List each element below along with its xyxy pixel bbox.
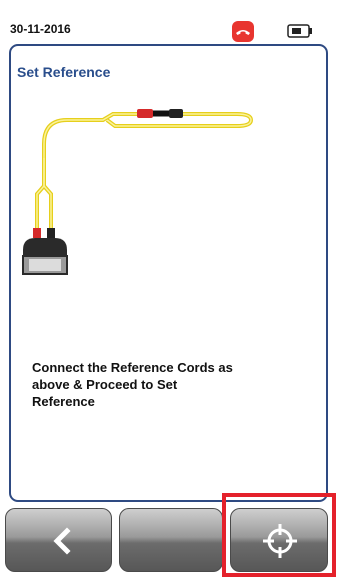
instruction-text: Connect the Reference Cords as above & P… xyxy=(32,360,233,409)
battery-icon xyxy=(287,24,313,38)
reference-cord-diagram xyxy=(22,109,254,275)
date-label: 30-11-2016 xyxy=(10,22,71,36)
reference-cord-connector-icon xyxy=(137,109,183,118)
crosshair-target-icon xyxy=(263,524,297,558)
tester-screen: 30-11-2016 Set Reference Connect the Ref… xyxy=(0,0,337,578)
content-panel: Set Reference Connect the Reference Cord… xyxy=(9,44,328,502)
blank-soft-button[interactable] xyxy=(119,508,223,572)
back-button[interactable] xyxy=(5,508,112,572)
set-reference-button[interactable] xyxy=(230,508,328,572)
phone-hangup-icon xyxy=(232,21,254,42)
reference-cord xyxy=(35,112,254,230)
chevron-left-icon xyxy=(53,527,71,555)
status-bar: 30-11-2016 xyxy=(0,0,337,42)
tester-device-icon xyxy=(22,228,68,275)
